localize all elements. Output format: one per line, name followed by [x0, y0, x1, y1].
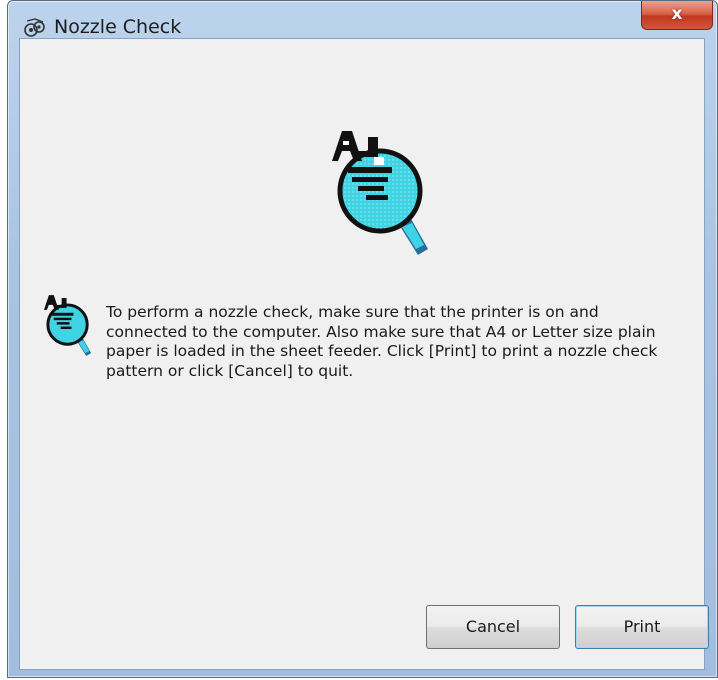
- nozzle-check-dialog: Nozzle Check x To perform a nozzle check…: [7, 0, 718, 678]
- window-title: Nozzle Check: [54, 16, 182, 38]
- instruction-line: paper is loaded in the sheet feeder. Cli…: [106, 342, 658, 360]
- print-button[interactable]: Print: [575, 605, 709, 649]
- nozzle-check-magnifier-icon: [332, 131, 428, 255]
- cancel-button[interactable]: Cancel: [426, 605, 560, 649]
- close-icon: x: [671, 4, 683, 24]
- dialog-body: To perform a nozzle check, make sure tha…: [19, 38, 709, 670]
- instruction-text: To perform a nozzle check, make sure tha…: [106, 303, 676, 381]
- instruction-line: connected to the computer. Also make sur…: [106, 322, 656, 341]
- close-button[interactable]: x: [641, 1, 713, 30]
- instruction-line: To perform a nozzle check, make sure tha…: [106, 303, 599, 321]
- instruction-line: pattern or click [Cancel] to quit.: [106, 361, 354, 380]
- printer-utility-icon: [24, 18, 45, 37]
- nozzle-check-magnifier-icon: [43, 295, 92, 357]
